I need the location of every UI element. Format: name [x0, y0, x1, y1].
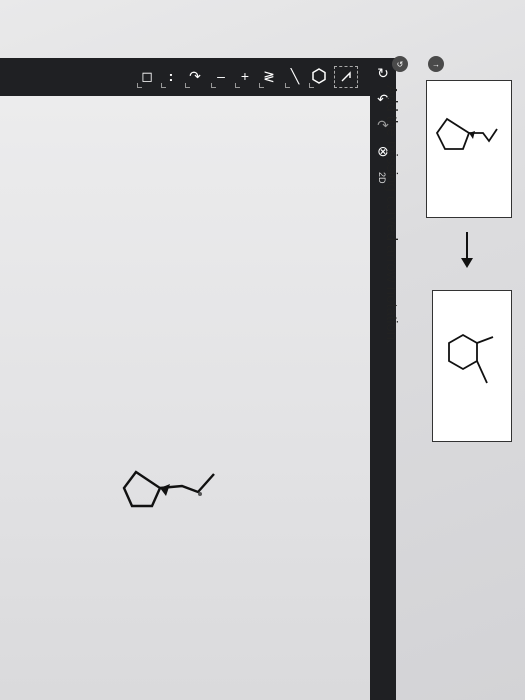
ring-tool[interactable] [308, 64, 330, 88]
reset-icon: ↻ [377, 64, 389, 81]
product-molecule [448, 333, 494, 384]
chain-tool[interactable]: ≷ [258, 64, 280, 88]
eraser-icon: ◻ [141, 67, 153, 84]
reactant-panel [426, 80, 512, 218]
wedge-bond [160, 484, 170, 496]
plus-charge-icon: + [240, 68, 250, 84]
hexagon-ring-icon [312, 68, 326, 84]
select-lasso-icon [341, 71, 351, 82]
reactant-molecule [435, 117, 498, 150]
instruction-text: Add the missing curved arrow notation. [383, 85, 400, 345]
select-tool[interactable] [334, 66, 358, 88]
step-badge-1: ↺ [392, 56, 408, 72]
product-panel [432, 290, 512, 442]
curved-arrow-icon: ↷ [189, 67, 201, 84]
curved-arrow-tool[interactable]: ↷ [184, 64, 206, 88]
lone-pair-tool[interactable]: : [160, 64, 182, 88]
step-1-icon: ↺ [396, 59, 404, 69]
bond-line-icon: ╲ [290, 67, 300, 84]
drawing-canvas[interactable] [0, 96, 370, 700]
bond-tool[interactable]: ╲ [284, 64, 306, 88]
step-badge-2: → [428, 56, 444, 72]
zigzag-chain-icon: ≷ [263, 67, 275, 84]
atom-dot [198, 492, 202, 496]
instruction-area: Add the missing curved arrow notation. [382, 85, 418, 345]
eraser-tool[interactable]: ◻ [136, 64, 158, 88]
minus-charge-tool[interactable]: – [210, 64, 232, 88]
lone-pair-icon: : [168, 68, 174, 84]
minus-charge-icon: – [217, 68, 225, 84]
reaction-arrow-icon [461, 232, 473, 268]
plus-charge-tool[interactable]: + [234, 64, 256, 88]
ring-bonds[interactable] [122, 470, 162, 508]
drawing-toolbar: ◻ : ↷ – + ≷ ╲ [0, 58, 382, 96]
canvas-molecule[interactable] [0, 96, 370, 700]
step-2-icon: → [432, 59, 440, 69]
